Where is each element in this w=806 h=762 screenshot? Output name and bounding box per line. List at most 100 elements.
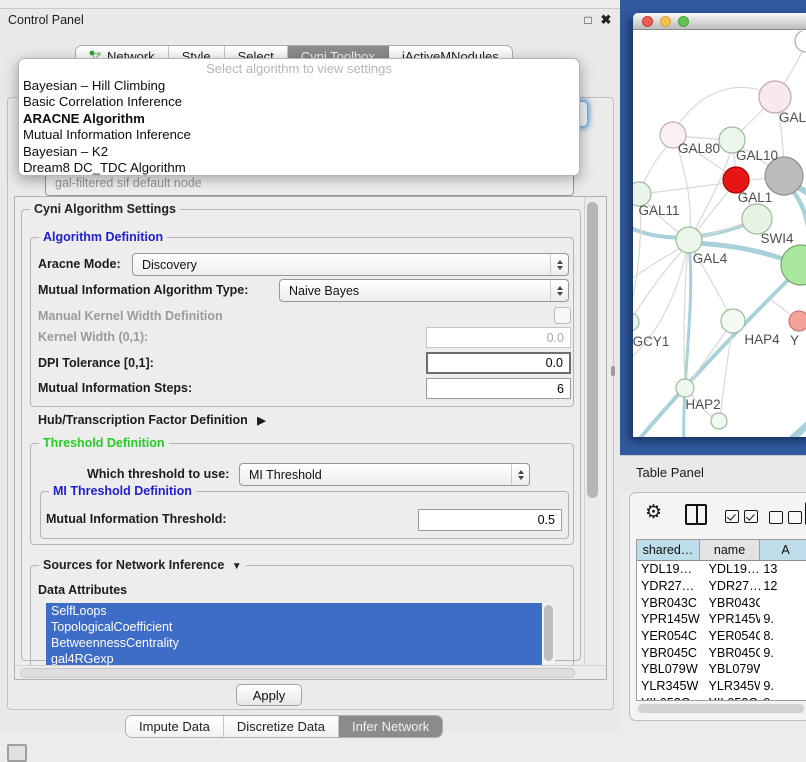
algorithm-option-dream8-dc-tdc-algorithm[interactable]: Dream8 DC_TDC Algorithm bbox=[19, 160, 579, 176]
zoom-window-icon[interactable] bbox=[678, 16, 689, 27]
tab-label: Impute Data bbox=[139, 719, 210, 734]
close-window-icon[interactable] bbox=[642, 16, 653, 27]
attribute-option-selfloops[interactable]: SelfLoops bbox=[46, 603, 542, 619]
table-row[interactable]: YBR045CYBR045C9. bbox=[637, 644, 806, 661]
network-node-label: GAL80 bbox=[678, 141, 720, 156]
network-node-label: Y bbox=[790, 333, 799, 348]
list-scrollbar[interactable] bbox=[542, 603, 555, 665]
network-node[interactable] bbox=[711, 413, 727, 429]
network-node-y[interactable] bbox=[789, 311, 806, 331]
aracne-mode-label: Aracne Mode: bbox=[38, 257, 121, 271]
split-pane-divider-grip[interactable] bbox=[611, 366, 615, 376]
table-cell: YBR045C bbox=[637, 646, 700, 660]
network-node-label: GAL1 bbox=[738, 190, 773, 205]
network-node-gcy1[interactable] bbox=[633, 313, 639, 331]
algorithm-option-bayesian-k2[interactable]: Bayesian – K2 bbox=[19, 144, 579, 160]
which-threshold-label: Which threshold to use: bbox=[87, 467, 229, 481]
algorithm-option-mutual-information-inference[interactable]: Mutual Information Inference bbox=[19, 127, 579, 143]
table-row[interactable]: YBR043CYBR043C bbox=[637, 594, 806, 611]
network-edge bbox=[633, 243, 689, 320]
settings-horizontal-scrollbar[interactable] bbox=[15, 665, 606, 680]
sources-title: Sources for Network Inference bbox=[43, 558, 224, 572]
table-horizontal-scrollbar[interactable] bbox=[636, 703, 806, 714]
bottom-tab-discretize-data[interactable]: Discretize Data bbox=[224, 716, 339, 737]
tab-label: Infer Network bbox=[352, 719, 429, 734]
attribute-option-topologicalcoefficient[interactable]: TopologicalCoefficient bbox=[46, 619, 542, 635]
table-cell: 12 bbox=[760, 579, 806, 593]
table-row[interactable]: YDL19…YDL19…13 bbox=[637, 561, 806, 578]
network-node-gal[interactable] bbox=[759, 81, 791, 113]
table-row[interactable]: YDR27…YDR27…12 bbox=[637, 578, 806, 595]
dpi-tolerance-field[interactable]: 0.0 bbox=[426, 352, 571, 374]
attribute-option-gal4rgexp[interactable]: gal4RGexp bbox=[46, 651, 542, 665]
network-node[interactable] bbox=[795, 31, 806, 52]
collapsed-panel-button[interactable] bbox=[7, 744, 27, 762]
table-row[interactable]: YER054CYER054C8. bbox=[637, 628, 806, 645]
column-header-a[interactable]: A bbox=[760, 540, 806, 560]
network-window-titlebar[interactable] bbox=[633, 13, 806, 30]
hub-definition-toggle[interactable]: Hub/Transcription Factor Definition ▶ bbox=[38, 413, 266, 427]
scrollbar-thumb[interactable] bbox=[638, 704, 804, 713]
cyni-bottom-tab-bar: Impute Data Discretize Data Infer Network bbox=[125, 715, 443, 738]
table-row[interactable]: YBL079WYBL079W bbox=[637, 661, 806, 678]
deselect-all-columns-icon[interactable] bbox=[769, 511, 802, 524]
float-window-icon[interactable]: □ bbox=[580, 12, 596, 28]
column-header-shared[interactable]: shared… bbox=[637, 540, 700, 560]
mi-steps-label: Mutual Information Steps: bbox=[38, 381, 192, 395]
network-node-swi4[interactable] bbox=[742, 204, 772, 234]
network-edge bbox=[770, 299, 793, 317]
bottom-tab-impute-data[interactable]: Impute Data bbox=[126, 716, 224, 737]
mi-threshold-field[interactable]: 0.5 bbox=[418, 509, 562, 531]
which-threshold-combobox[interactable]: MI Threshold bbox=[239, 463, 530, 486]
attribute-option-betweennesscentrality[interactable]: BetweennessCentrality bbox=[46, 635, 542, 651]
table-row[interactable]: YIL052CYIL052C9 bbox=[637, 695, 806, 702]
table-cell: 9. bbox=[760, 646, 806, 660]
group-title: Algorithm Definition bbox=[39, 230, 167, 244]
close-panel-icon[interactable]: ✖ bbox=[598, 12, 614, 28]
table-cell: 9 bbox=[760, 696, 806, 701]
manual-kernel-width-label: Manual Kernel Width Definition bbox=[38, 309, 223, 323]
panel-title: Control Panel bbox=[8, 13, 84, 27]
mi-algorithm-type-label: Mutual Information Algorithm Type: bbox=[38, 283, 248, 297]
dpi-tolerance-label: DPI Tolerance [0,1]: bbox=[38, 356, 154, 370]
scrollbar-thumb[interactable] bbox=[20, 668, 575, 678]
bottom-tab-infer-network[interactable]: Infer Network bbox=[339, 716, 442, 737]
network-node-gal4[interactable] bbox=[676, 227, 702, 253]
table-cell: YIL052C bbox=[700, 696, 761, 701]
scrollbar-thumb[interactable] bbox=[587, 202, 598, 498]
table-row[interactable]: YLR345WYLR345W9. bbox=[637, 678, 806, 695]
network-node-label: SWI4 bbox=[760, 231, 793, 246]
mi-threshold-label: Mutual Information Threshold: bbox=[46, 512, 227, 526]
algorithm-option-basic-correlation-inference[interactable]: Basic Correlation Inference bbox=[19, 94, 579, 110]
minimize-window-icon[interactable] bbox=[660, 16, 671, 27]
select-all-columns-icon[interactable] bbox=[725, 510, 758, 523]
table-cell: YLR345W bbox=[637, 679, 700, 693]
network-node-hap4[interactable] bbox=[721, 309, 745, 333]
network-node[interactable] bbox=[781, 245, 806, 285]
network-node-label: GAL10 bbox=[736, 148, 778, 163]
sources-toggle[interactable]: Sources for Network Inference ▼ bbox=[39, 558, 246, 572]
manual-kernel-width-checkbox[interactable] bbox=[554, 307, 571, 324]
table-row[interactable]: YPR145WYPR145W9. bbox=[637, 611, 806, 628]
aracne-mode-combobox[interactable]: Discovery bbox=[132, 253, 569, 276]
mi-algorithm-type-combobox[interactable]: Naive Bayes bbox=[279, 279, 569, 302]
table-panel-titlebar: Table Panel bbox=[620, 455, 806, 491]
mi-steps-field[interactable]: 6 bbox=[426, 378, 571, 399]
scrollbar-thumb[interactable] bbox=[544, 605, 553, 661]
tab-label: Discretize Data bbox=[237, 719, 325, 734]
algorithm-option-bayesian-hill-climbing[interactable]: Bayesian – Hill Climbing bbox=[19, 78, 579, 94]
algorithm-option-aracne-algorithm[interactable]: ARACNE Algorithm bbox=[19, 111, 579, 127]
column-header-name[interactable]: name bbox=[700, 540, 760, 560]
table-panel-title: Table Panel bbox=[636, 465, 704, 480]
network-view-window[interactable]: GALGAL80GAL10GAL1GAL11SWI4GAL4HAP4YGCY1H… bbox=[633, 13, 806, 437]
table-cell: YIL052C bbox=[637, 696, 700, 701]
apply-button[interactable]: Apply bbox=[236, 684, 302, 706]
table-settings-gear-icon[interactable]: ⚙ bbox=[645, 502, 662, 524]
show-columns-icon[interactable] bbox=[685, 504, 707, 525]
network-edge bbox=[720, 324, 733, 419]
kernel-width-field[interactable]: 0.0 bbox=[426, 327, 571, 348]
settings-vertical-scrollbar[interactable] bbox=[584, 197, 600, 665]
settings-scroll-pane: Cyni Algorithm Settings Algorithm Defini… bbox=[14, 196, 607, 680]
node-attribute-table: shared…nameA YDL19…YDL19…13YDR27…YDR27…1… bbox=[636, 539, 806, 701]
network-node-hap2[interactable] bbox=[676, 379, 694, 397]
